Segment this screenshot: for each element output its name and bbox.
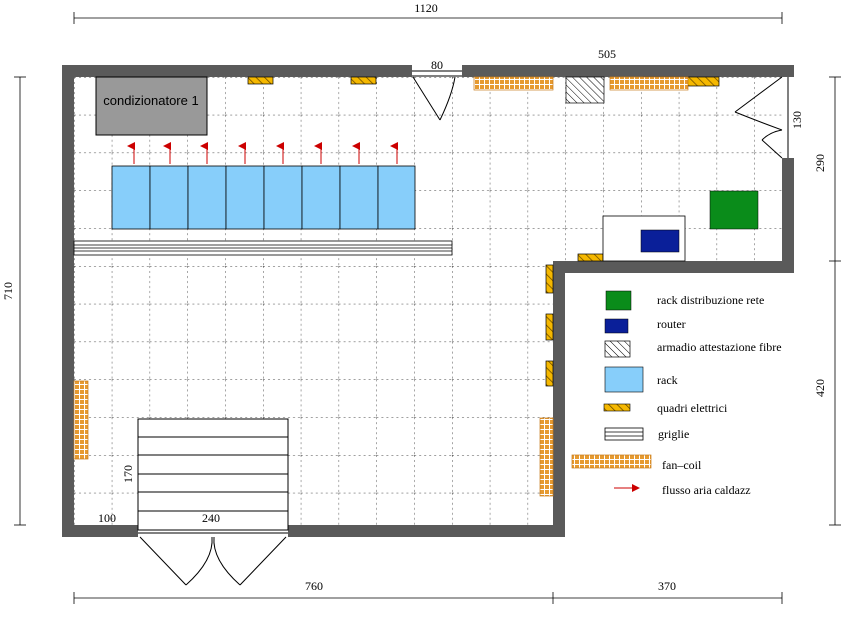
legend-label-fancoil: fan–coil <box>662 458 702 472</box>
dim-bottom-left: 760 <box>305 579 323 593</box>
legend-label-armadio: armadio attestazione fibre <box>657 340 782 354</box>
rack-distribuzione-device <box>709 190 759 230</box>
legend-swatch-rack <box>604 366 644 393</box>
dim-top-total: 1120 <box>414 1 438 15</box>
ac-unit: condizionatore 1 <box>95 76 208 136</box>
dim-left-total: 710 <box>1 282 15 300</box>
legend-label-flusso: flusso aria caldazz <box>662 483 751 497</box>
dim-door-bottom-width: 240 <box>202 511 220 525</box>
legend-swatch-quadri <box>603 403 631 412</box>
rack-row <box>111 165 416 230</box>
legend-label-router: router <box>657 317 686 331</box>
grilles <box>73 240 453 256</box>
armadio-fibre <box>565 76 605 104</box>
floor-plan: condizionatore 1 1120 80 505 760 370 100… <box>1 1 841 604</box>
router-device <box>640 229 680 253</box>
dim-door-top: 80 <box>431 58 443 72</box>
legend: rack distribuzione rete router armadio a… <box>571 290 782 497</box>
dim-right-lower: 420 <box>813 379 827 397</box>
dim-right-upper: 290 <box>813 154 827 172</box>
legend-swatch-armadio <box>604 340 631 358</box>
legend-label-rack: rack <box>657 373 678 387</box>
legend-label-rack-distribuzione: rack distribuzione rete <box>657 293 764 307</box>
legend-swatch-router <box>604 318 629 334</box>
legend-label-quadri: quadri elettrici <box>657 401 728 415</box>
legend-swatch-griglie <box>604 427 644 441</box>
legend-swatch-fancoil <box>571 454 652 469</box>
legend-swatch-rack-distribuzione <box>605 290 632 311</box>
dim-top-right: 505 <box>598 47 616 61</box>
dim-stairs-height: 170 <box>121 465 135 483</box>
dim-door-bottom-left: 100 <box>98 511 116 525</box>
dim-right-door: 130 <box>790 111 804 129</box>
legend-label-griglie: griglie <box>658 427 689 441</box>
dim-bottom-right: 370 <box>658 579 676 593</box>
ac-unit-label: condizionatore 1 <box>103 93 198 108</box>
door-bottom <box>138 529 288 586</box>
